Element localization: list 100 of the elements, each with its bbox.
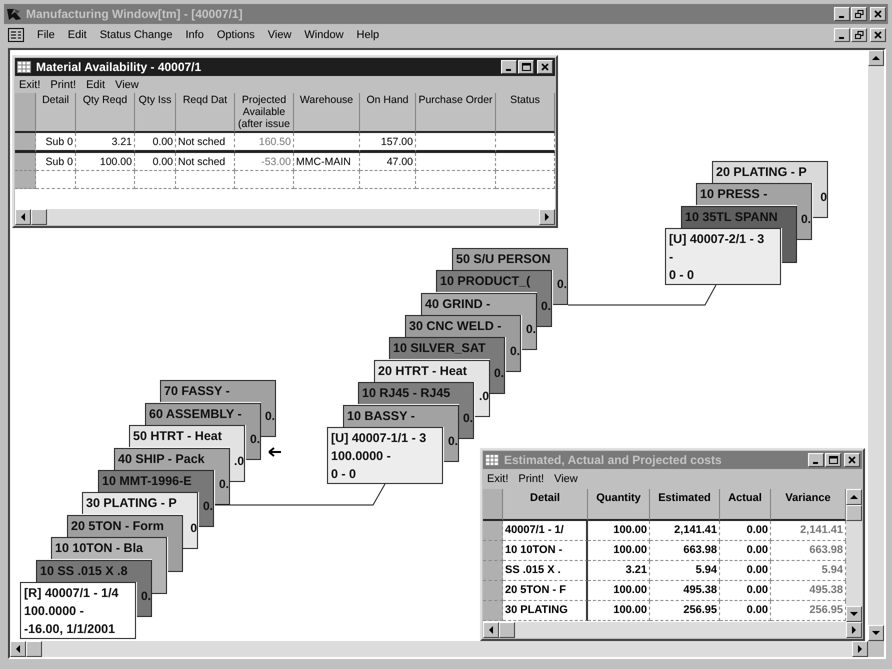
column-header[interactable]: Projected Available (after issue [235,93,294,133]
scroll-thumb[interactable] [499,622,515,638]
right-arrow-icon [857,645,863,653]
down-arrow-icon [850,611,858,617]
operation-card[interactable]: 10 MMT-1996-E [98,470,214,492]
document-icon[interactable] [8,28,24,42]
close-button[interactable] [537,60,553,74]
column-header[interactable]: Detail [36,93,76,133]
column-header[interactable]: Detail [503,489,588,521]
table-cell: 100.00 [588,601,650,621]
row-header[interactable] [15,133,36,153]
horizontal-scrollbar[interactable] [10,641,868,657]
scroll-down-button[interactable] [846,606,862,622]
operation-card[interactable]: 30 CNC WELD - [405,315,521,337]
card-text: 0. [800,211,811,227]
scroll-left-button[interactable] [483,622,499,638]
close-button[interactable] [870,7,886,21]
close-button[interactable] [844,453,860,467]
scroll-down-button[interactable] [868,625,884,641]
scroll-right-button[interactable] [852,641,868,657]
horizontal-scrollbar[interactable] [15,209,555,225]
horizontal-scrollbar[interactable] [483,622,862,638]
scroll-left-button[interactable] [15,209,31,225]
menu-item[interactable]: Status Change [100,29,172,41]
menu-item[interactable]: View [115,78,139,90]
menu-item[interactable]: Help [356,29,380,41]
menu-item[interactable]: View [268,29,292,41]
card-text: 50 S/U PERSON [456,251,552,268]
menu-item[interactable]: File [37,29,55,41]
scroll-thumb[interactable] [846,505,862,521]
card-text: 0. [556,276,567,292]
operation-card[interactable]: 10 10TON - Bla [51,537,167,559]
scroll-left-button[interactable] [10,641,26,657]
menu-item[interactable]: Print! [518,473,544,485]
operation-card[interactable]: 10 BASSY - [343,405,459,427]
vertical-scrollbar[interactable] [846,489,862,622]
table-cell [76,171,135,189]
table-cell [36,171,76,189]
column-header[interactable]: Qty Reqd [76,93,135,133]
operation-card[interactable]: 50 HTRT - Heat [129,425,245,447]
operation-card[interactable]: 10 RJ45 - RJ45 [358,382,474,404]
operation-card[interactable]: 10 SS .015 X .8 [36,560,152,582]
menu-item[interactable]: Edit [68,29,87,41]
column-header[interactable]: Estimated [650,489,720,521]
operation-card[interactable]: 20 PLATING - P [712,161,828,183]
menu-item[interactable]: Edit [86,78,106,90]
operation-card[interactable]: 20 HTRT - Heat [374,360,490,382]
operation-card[interactable]: 50 S/U PERSON [452,248,568,270]
operation-card[interactable]: [U] 40007-2/1 - 3 - 0 - 0 [665,228,781,285]
minimize-button[interactable] [808,453,824,467]
menu-item[interactable]: View [554,473,578,485]
operation-card[interactable]: 10 SILVER_SAT [389,337,505,359]
operation-card[interactable]: 30 PLATING - P [82,492,198,514]
restore-button[interactable] [851,28,867,42]
minimize-button[interactable] [501,60,517,74]
scroll-up-button[interactable] [868,50,884,66]
column-header[interactable]: Warehouse [294,93,360,133]
menu-item[interactable]: Info [185,29,204,41]
card-text: 0. [202,498,213,514]
operation-card[interactable]: 20 5TON - Form [67,515,183,537]
menu-item[interactable]: Options [216,29,255,41]
column-header[interactable]: Quantity [588,489,650,521]
operation-card[interactable]: 10 PRESS - [696,183,812,205]
menu-item[interactable]: Exit! [487,473,508,485]
close-button[interactable] [870,28,886,42]
minimize-button[interactable] [834,28,850,42]
column-header[interactable]: Purchase Order [416,93,496,133]
menu-item[interactable]: Exit! [19,78,40,90]
close-icon [874,31,882,39]
card-text: - [669,249,674,266]
maximize-icon [828,456,838,464]
left-arrow-icon [268,447,282,457]
vertical-scrollbar[interactable] [868,50,884,641]
operation-card[interactable]: [R] 40007/1 - 1/4 100.0000 - -16.00, 1/1/2001 [20,582,136,639]
column-header[interactable]: Qty Iss [135,93,176,133]
card-text: 0. [218,476,229,492]
operation-card[interactable]: 40 SHIP - Pack [114,448,230,470]
column-header[interactable]: Actual [720,489,771,521]
card-text: [R] 40007/1 - 1/4 [24,585,118,602]
column-header[interactable]: On Hand [360,93,416,133]
restore-button[interactable] [851,7,867,21]
minimize-button[interactable] [834,7,850,21]
scroll-thumb[interactable] [26,641,42,657]
maximize-button[interactable] [825,453,841,467]
scroll-thumb[interactable] [31,209,47,225]
column-header[interactable]: Status [496,93,555,133]
operation-card[interactable]: [U] 40007-1/1 - 3 100.0000 - 0 - 0 [327,427,443,484]
card-text: 0. [526,321,536,337]
scroll-right-button[interactable] [539,209,555,225]
operation-card[interactable]: 40 GRIND - [421,293,537,315]
operation-card[interactable]: 60 ASSEMBLY - [145,403,261,425]
maximize-button[interactable] [518,60,534,74]
scroll-right-button[interactable] [846,622,862,638]
scroll-up-button[interactable] [846,489,862,505]
column-header[interactable]: Reqd Dat [176,93,235,133]
operation-card[interactable]: 10 PRODUCT_( [436,270,552,292]
menu-item[interactable]: Window [304,29,344,41]
operation-card[interactable]: 70 FASSY - [160,380,276,402]
column-header[interactable]: Variance [771,489,846,521]
menu-item[interactable]: Print! [50,78,76,90]
